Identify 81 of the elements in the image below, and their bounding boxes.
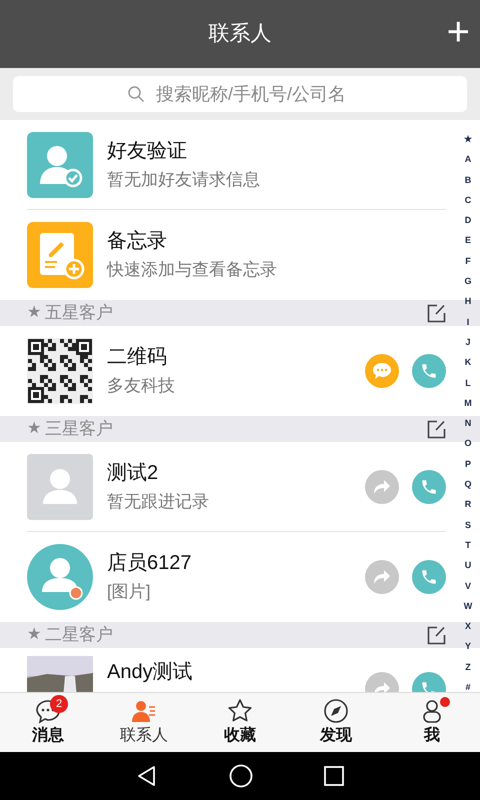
- contact-subtitle: [图片]: [107, 581, 152, 603]
- contact-name: 备忘录: [107, 229, 168, 254]
- index-letter[interactable]: C: [456, 190, 480, 210]
- forward-icon: [373, 569, 391, 585]
- star-mark: ★: [27, 625, 41, 645]
- index-letter[interactable]: R: [456, 494, 480, 514]
- index-letter[interactable]: P: [456, 454, 480, 474]
- tab[interactable]: 收藏: [192, 693, 288, 752]
- star-mark: ★: [27, 419, 41, 439]
- index-letter[interactable]: V: [456, 576, 480, 596]
- index-letter[interactable]: D: [456, 210, 480, 230]
- index-letter[interactable]: H: [456, 291, 480, 312]
- chat-icon: [35, 698, 61, 724]
- contact-name: Andy测试: [107, 660, 194, 685]
- phone-icon: [420, 362, 438, 380]
- tab[interactable]: 消息 2: [0, 693, 96, 752]
- index-letter[interactable]: #: [456, 677, 480, 692]
- index-letter[interactable]: S: [456, 514, 480, 535]
- friend-verify-icon: [27, 132, 93, 198]
- contact-subtitle: 快速添加与查看备忘录: [107, 259, 278, 281]
- index-letter[interactable]: E: [456, 230, 480, 250]
- search-field[interactable]: 搜索昵称/手机号/公司名: [13, 76, 467, 112]
- search-icon: [127, 85, 145, 103]
- edit-icon[interactable]: [427, 626, 446, 644]
- index-letter[interactable]: X: [456, 616, 480, 636]
- index-letter[interactable]: A: [456, 149, 480, 170]
- page-title: 联系人: [208, 21, 272, 48]
- index-letter[interactable]: J: [456, 332, 480, 352]
- star-icon: [227, 698, 253, 724]
- edit-icon[interactable]: [427, 420, 446, 438]
- chat-icon: [372, 362, 392, 380]
- home-icon[interactable]: [228, 764, 253, 788]
- star-mark: ★: [27, 303, 41, 323]
- forward-button[interactable]: [365, 470, 399, 504]
- memo-icon: [27, 222, 93, 288]
- section-title: 二星客户: [45, 624, 114, 646]
- section-title: 三星客户: [45, 418, 114, 440]
- index-letter[interactable]: Z: [456, 656, 480, 677]
- contact-subtitle: 多友科技: [107, 375, 176, 397]
- call-button[interactable]: [412, 560, 446, 594]
- index-letter[interactable]: W: [456, 596, 480, 616]
- forward-button[interactable]: [365, 560, 399, 594]
- call-button[interactable]: [412, 470, 446, 504]
- index-letter[interactable]: L: [456, 372, 480, 393]
- index-letter[interactable]: F: [456, 250, 480, 271]
- contact-subtitle: 暂无跟进记录: [107, 491, 210, 513]
- tab[interactable]: 我: [384, 693, 480, 752]
- phone-icon: [420, 478, 438, 496]
- phone-icon: [420, 568, 438, 586]
- index-letter[interactable]: T: [456, 534, 480, 555]
- section-title: 五星客户: [45, 302, 114, 324]
- index-letter[interactable]: I: [456, 312, 480, 332]
- index-letter[interactable]: Q: [456, 474, 480, 494]
- tab[interactable]: 联系人: [96, 693, 192, 752]
- compass-icon: [323, 698, 349, 724]
- index-letter[interactable]: G: [456, 271, 480, 292]
- contact-name: 店员6127: [107, 551, 192, 576]
- unread-badge: 2: [50, 695, 68, 713]
- avatar-icon: [27, 544, 93, 610]
- contact-name: 测试2: [107, 461, 160, 486]
- tab[interactable]: 发现: [288, 693, 384, 752]
- index-letter[interactable]: K: [456, 352, 480, 372]
- recents-icon[interactable]: [324, 766, 344, 786]
- edit-icon[interactable]: [427, 304, 446, 322]
- index-letter[interactable]: M: [456, 392, 480, 413]
- index-letter[interactable]: Y: [456, 636, 480, 656]
- add-button[interactable]: +: [446, 12, 470, 52]
- contact-name: 二维码: [107, 345, 168, 370]
- index-letter[interactable]: O: [456, 433, 480, 454]
- index-letter[interactable]: B: [456, 170, 480, 190]
- back-icon[interactable]: [136, 765, 158, 787]
- contact-subtitle: 暂无加好友请求信息: [107, 169, 261, 191]
- qr-code-icon: [27, 338, 93, 404]
- avatar-icon: [27, 454, 93, 520]
- call-button[interactable]: [412, 354, 446, 388]
- forward-icon: [373, 479, 391, 495]
- contact-name: 好友验证: [107, 139, 188, 164]
- index-letter[interactable]: ★: [456, 129, 480, 149]
- index-letter[interactable]: U: [456, 555, 480, 576]
- message-button[interactable]: [365, 354, 399, 388]
- index-letter[interactable]: N: [456, 413, 480, 434]
